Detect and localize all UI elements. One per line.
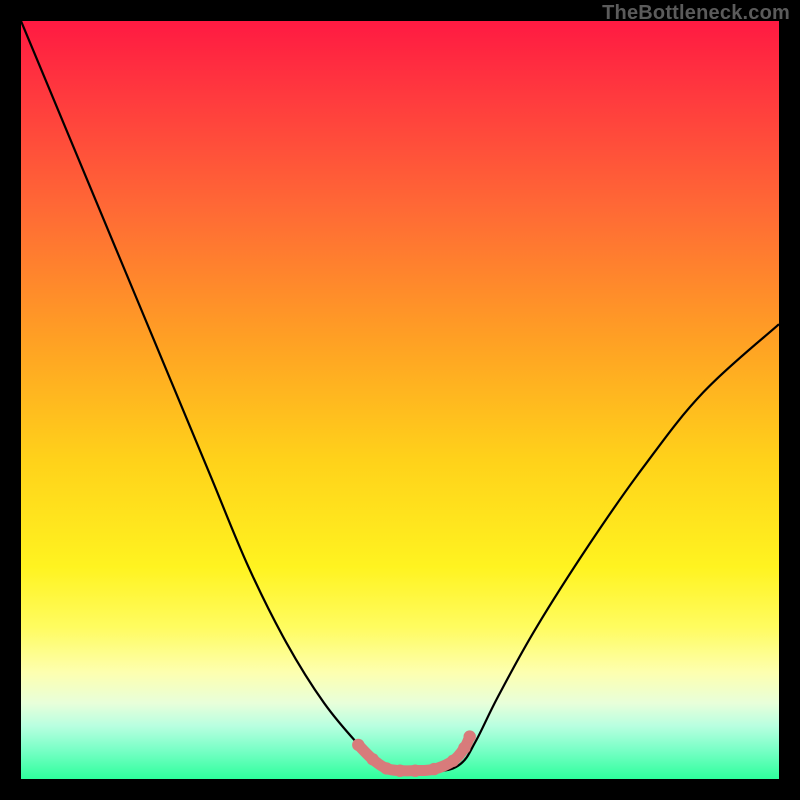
watermark-text: TheBottleneck.com	[602, 2, 790, 25]
marker-dots	[352, 730, 476, 777]
bottleneck-curve	[21, 21, 779, 773]
plot-area	[21, 21, 779, 779]
marker-dot	[409, 765, 421, 777]
chart-svg	[21, 21, 779, 779]
marker-dot	[380, 762, 392, 774]
marker-dot	[447, 755, 459, 767]
marker-dot	[428, 763, 440, 775]
marker-dot	[458, 742, 470, 754]
marker-dot	[464, 730, 476, 742]
marker-dot	[352, 739, 364, 751]
marker-dot	[394, 765, 406, 777]
marker-dot	[367, 753, 379, 765]
